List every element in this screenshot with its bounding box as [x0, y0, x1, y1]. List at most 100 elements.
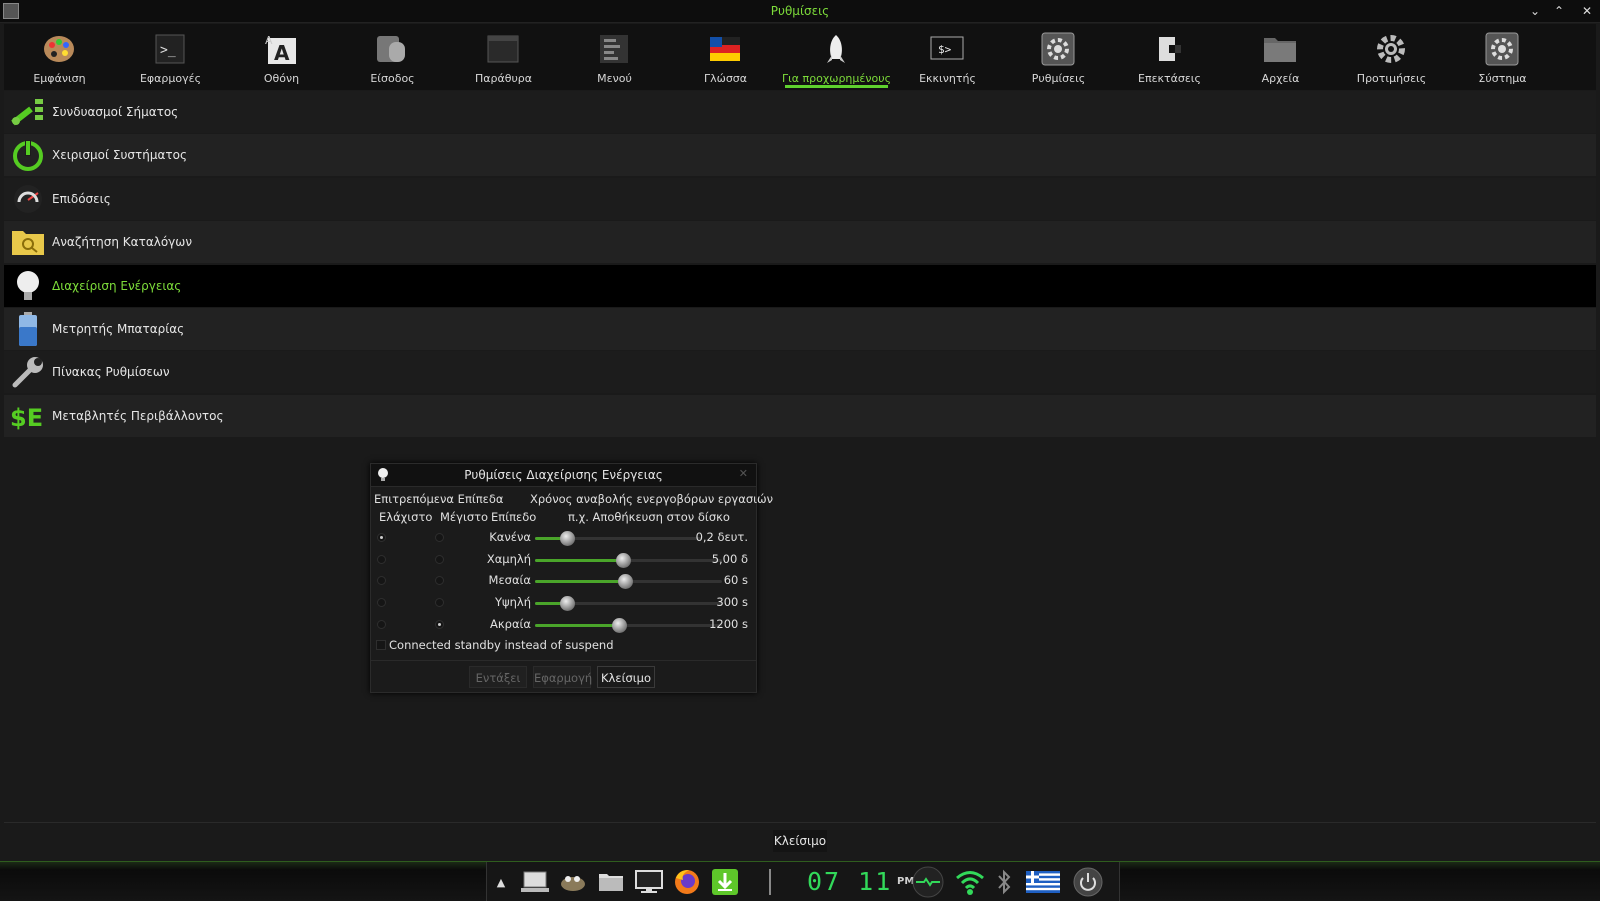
slider-handle[interactable]	[559, 531, 575, 546]
close-window-button[interactable]: ✕	[1578, 2, 1596, 20]
tab-input[interactable]: Είσοδος	[337, 24, 448, 90]
list-item-battery-meter[interactable]: Μετρητής Μπαταρίας	[4, 307, 1596, 350]
tab-label: Αρχεία	[1261, 72, 1300, 85]
tab-menu[interactable]: Μενού	[559, 24, 670, 90]
tab-language[interactable]: Γλώσσα	[670, 24, 781, 90]
tab-label: Εφαρμογές	[139, 72, 202, 85]
tab-label: Οθόνη	[263, 72, 300, 85]
power-button-icon[interactable]	[1071, 867, 1105, 897]
firefox-icon[interactable]	[671, 869, 703, 895]
launcher-icon: $>	[930, 32, 964, 66]
minimize-button[interactable]: ⌄	[1526, 2, 1544, 20]
dialog-title: Ρυθμίσεις Διαχείρισης Ενέργειας	[464, 468, 663, 482]
min-level-radio[interactable]	[377, 619, 386, 629]
apply-button[interactable]: Εφαρμογή	[533, 666, 592, 688]
tab-applications[interactable]: >_ Εφαρμογές	[115, 24, 226, 90]
clock-display[interactable]: 07 11	[807, 867, 892, 896]
level-column-header: Επίπεδο	[491, 510, 537, 524]
font-icon: AA	[264, 32, 298, 66]
delay-value: 0,2 δευτ.	[695, 530, 748, 544]
taskbar-tray: ▲ 07 11 PM	[486, 862, 1120, 901]
system-icon	[1485, 32, 1519, 66]
tab-label: Γλώσσα	[703, 72, 748, 85]
slider-handle[interactable]	[617, 574, 633, 590]
tab-display[interactable]: AA Οθόνη	[226, 24, 337, 90]
level-name: Ακραία	[490, 616, 531, 631]
delay-header: Χρόνος αναβολής ενεργοβόρων εργασιών	[530, 492, 774, 506]
list-item-environment-variables[interactable]: $E Μεταβλητές Περιβάλλοντος	[4, 394, 1596, 437]
min-level-radio[interactable]	[377, 554, 386, 564]
bluetooth-icon[interactable]	[993, 869, 1015, 895]
delay-value: 5,00 δ	[711, 551, 748, 566]
system-monitor-icon[interactable]	[911, 866, 945, 898]
min-column-header: Ελάχιστο	[379, 510, 433, 524]
monitor-icon[interactable]	[633, 869, 665, 895]
list-item-label: Χειρισμοί Συστήματος	[52, 148, 188, 163]
list-item-directory-search[interactable]: Αναζήτηση Καταλόγων	[4, 221, 1596, 264]
lightbulb-icon	[10, 268, 46, 304]
level-name: Κανένα	[489, 530, 531, 544]
tab-label: Ρυθμίσεις	[1031, 72, 1086, 85]
category-toolbar: Εμφάνιση >_ Εφαρμογές AA Οθόνη Είσοδος Π…	[4, 24, 1596, 90]
files-icon[interactable]	[595, 869, 627, 895]
module-list: Συνδυασμοί Σήματος Χειρισμοί Συστήματος …	[4, 91, 1596, 438]
menu-icon	[597, 32, 631, 66]
tab-settings[interactable]: Ρυθμίσεις	[1003, 24, 1114, 90]
laptop-icon[interactable]	[519, 869, 551, 895]
tab-windows[interactable]: Παράθυρα	[448, 24, 559, 90]
dialog-close-icon[interactable]: ✕	[739, 467, 748, 480]
greek-flag-icon[interactable]	[1023, 869, 1063, 895]
tab-extensions[interactable]: Επεκτάσεις	[1114, 24, 1225, 90]
tab-files[interactable]: Αρχεία	[1225, 24, 1336, 90]
download-icon[interactable]	[709, 869, 741, 895]
tab-preferences[interactable]: Προτιμήσεις	[1336, 24, 1447, 90]
max-level-radio[interactable]	[435, 619, 444, 629]
settings-icon	[1041, 32, 1075, 66]
list-item-settings-panel[interactable]: Πίνακας Ρυθμίσεων	[4, 351, 1596, 394]
gimp-icon[interactable]	[557, 869, 589, 895]
maximize-button[interactable]: ⌃	[1550, 2, 1568, 20]
slider-handle[interactable]	[612, 617, 628, 633]
ok-button[interactable]: Εντάξει	[469, 666, 527, 688]
svg-text:A: A	[274, 41, 290, 65]
tab-appearance[interactable]: Εμφάνιση	[4, 24, 115, 90]
list-item-power-management[interactable]: Διαχείριση Ενέργειας	[4, 264, 1596, 307]
standby-label: Connected standby instead of suspend	[389, 638, 614, 652]
min-level-radio[interactable]	[377, 598, 386, 608]
list-item-label: Αναζήτηση Καταλόγων	[52, 235, 193, 250]
slider-handle[interactable]	[615, 552, 631, 568]
list-item-signal-bindings[interactable]: Συνδυασμοί Σήματος	[4, 91, 1596, 133]
standby-checkbox[interactable]	[376, 640, 386, 650]
close-button[interactable]: Κλείσιμο	[773, 830, 827, 852]
wifi-icon[interactable]	[953, 869, 987, 895]
window-icon	[486, 32, 520, 66]
min-level-radio[interactable]	[377, 533, 386, 542]
list-item-label: Συνδυασμοί Σήματος	[52, 105, 179, 119]
list-item-label: Πίνακας Ρυθμίσεων	[52, 365, 170, 380]
wrench-icon	[10, 354, 46, 390]
dialog-title-bar[interactable]: Ρυθμίσεις Διαχείρισης Ενέργειας ✕	[371, 464, 756, 487]
min-level-radio[interactable]	[377, 576, 386, 586]
tab-launcher[interactable]: $> Εκκινητής	[892, 24, 1003, 90]
folder-icon	[1263, 32, 1297, 66]
gear-icon	[1374, 32, 1408, 66]
tray-expand-icon[interactable]: ▲	[493, 869, 509, 895]
max-level-radio[interactable]	[435, 576, 444, 586]
flag-icon	[708, 32, 742, 66]
example-column-header: π.χ. Αποθήκευση στον δίσκο	[568, 510, 730, 524]
tab-label: Μενού	[597, 72, 632, 85]
delay-slider[interactable]	[535, 531, 702, 546]
max-level-radio[interactable]	[435, 533, 444, 542]
max-level-radio[interactable]	[435, 598, 444, 608]
svg-text:>_: >_	[160, 43, 176, 58]
tab-system[interactable]: Σύστημα	[1447, 24, 1558, 90]
delay-value: 1200 s	[709, 616, 748, 631]
max-level-radio[interactable]	[435, 554, 444, 564]
list-item-system-actions[interactable]: Χειρισμοί Συστήματος	[4, 134, 1596, 177]
dialog-divider	[371, 660, 756, 661]
list-item-performance[interactable]: Επιδόσεις	[4, 177, 1596, 220]
tab-advanced[interactable]: Για προχωρημένους	[781, 24, 892, 90]
dialog-close-button[interactable]: Κλείσιμο	[597, 666, 655, 688]
plugin-icon	[1152, 32, 1186, 66]
slider-handle[interactable]	[559, 596, 575, 612]
